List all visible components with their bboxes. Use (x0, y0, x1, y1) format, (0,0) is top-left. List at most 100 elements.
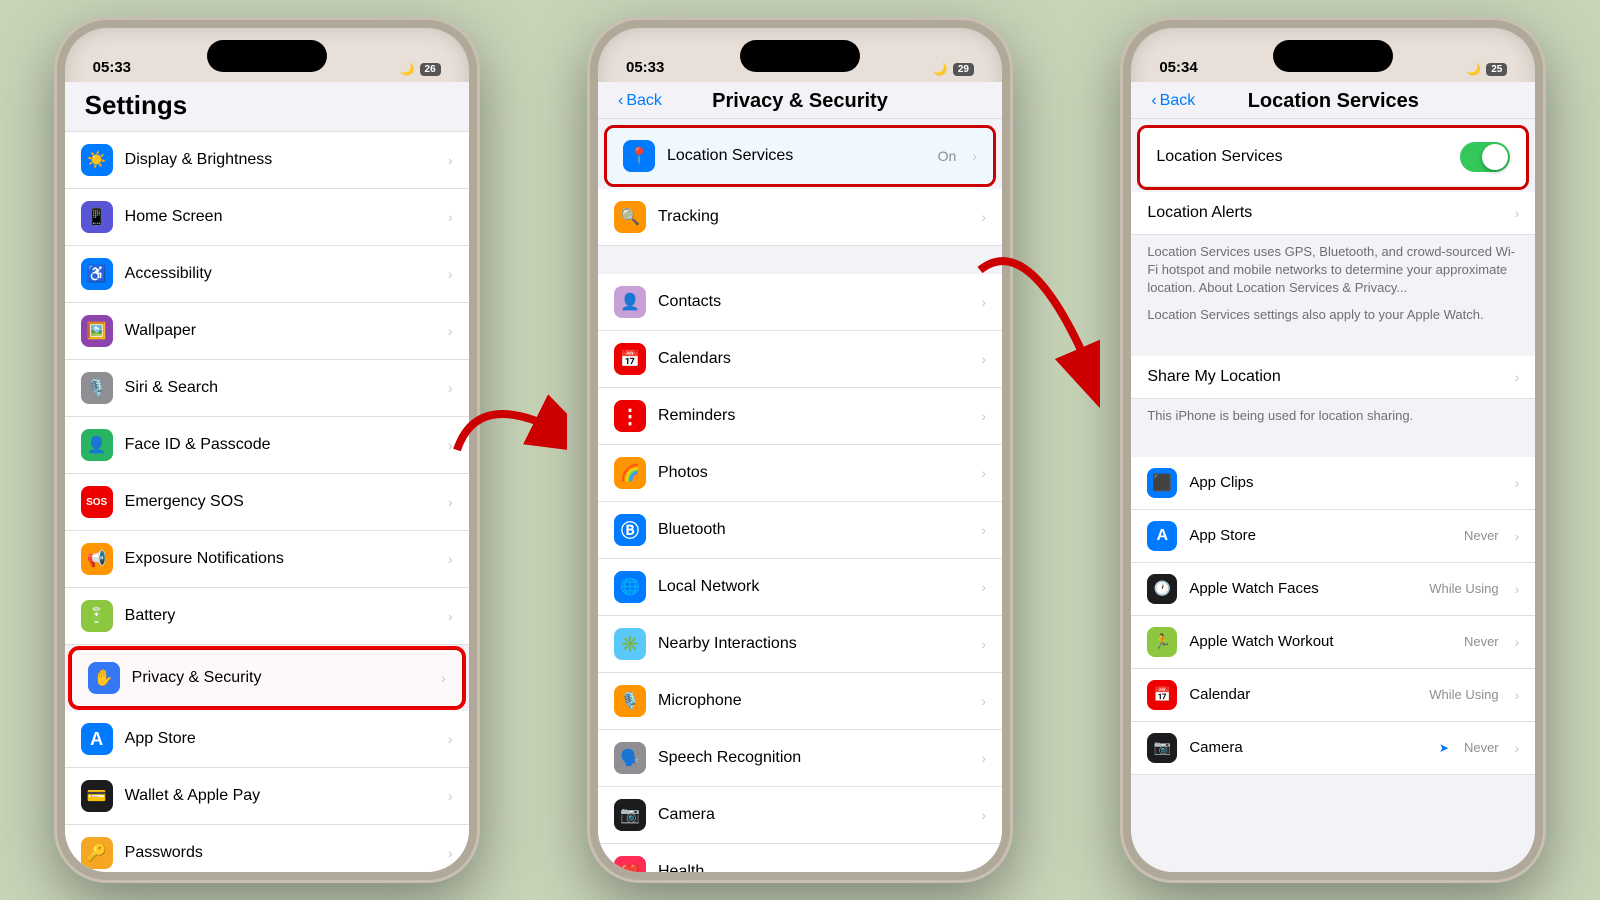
location-value: On (938, 148, 957, 164)
speech-label: Speech Recognition (658, 749, 969, 767)
battery-badge-2: 29 (953, 63, 974, 76)
app-item-watchfaces[interactable]: 🕐 Apple Watch Faces While Using › (1131, 563, 1535, 616)
localnetwork-icon: 🌐 (614, 571, 646, 603)
settings-item-exposure[interactable]: 📢 Exposure Notifications › (65, 531, 469, 588)
settings-item-microphone[interactable]: 🎙️ Microphone › (598, 673, 1002, 730)
settings-item-wallpaper[interactable]: 🖼️ Wallpaper › (65, 303, 469, 360)
camera2-icon: 📷 (614, 799, 646, 831)
settings-item-photos[interactable]: 🌈 Photos › (598, 445, 1002, 502)
privacy-chevron: › (441, 670, 446, 686)
appstore3-perm: Never (1464, 528, 1499, 543)
status-time-1: 05:33 (93, 59, 131, 76)
appstore-label: App Store (125, 730, 436, 748)
settings-item-bluetooth[interactable]: Ⓑ Bluetooth › (598, 502, 1002, 559)
appstore-icon: A (81, 723, 113, 755)
battery-badge-1: 26 (420, 63, 441, 76)
settings-item-accessibility[interactable]: ♿ Accessibility › (65, 246, 469, 303)
settings-item-passwords[interactable]: 🔑 Passwords › (65, 825, 469, 872)
location-desc1: Location Services uses GPS, Bluetooth, a… (1131, 235, 1535, 302)
status-time-2: 05:33 (626, 59, 664, 76)
nav-bar-2: ‹ Back Privacy & Security (598, 82, 1002, 119)
calendar3-icon: 📅 (1147, 680, 1177, 710)
phones-container: 05:33 🌙 26 Settings ☀️ Display & Brightn… (0, 20, 1600, 880)
settings-item-siri[interactable]: 🎙️ Siri & Search › (65, 360, 469, 417)
settings-item-calendars[interactable]: 📅 Calendars › (598, 331, 1002, 388)
microphone-label: Microphone (658, 692, 969, 710)
speech-icon: 🗣️ (614, 742, 646, 774)
settings-item-location-alerts[interactable]: Location Alerts › (1131, 192, 1535, 235)
app-item-appstore[interactable]: A App Store Never › (1131, 510, 1535, 563)
settings-item-speech[interactable]: 🗣️ Speech Recognition › (598, 730, 1002, 787)
microphone-chevron: › (981, 693, 986, 709)
settings-item-health[interactable]: ❤️ Health › (598, 844, 1002, 872)
bluetooth-chevron: › (981, 522, 986, 538)
phone3: 05:34 🌙 25 ‹ Back Location Services (1123, 20, 1543, 880)
settings-list-3: Location Services Location Alerts › Loca… (1131, 119, 1535, 872)
faceid-icon: 👤 (81, 429, 113, 461)
location-toggle[interactable] (1460, 142, 1510, 172)
homescreen-label: Home Screen (125, 208, 436, 226)
settings-list-2: 📍 Location Services On › 🔍 Tracking › (598, 119, 1002, 872)
photos-icon: 🌈 (614, 457, 646, 489)
camera3-icon: 📷 (1147, 733, 1177, 763)
accessibility-icon: ♿ (81, 258, 113, 290)
dynamic-island-3 (1273, 40, 1393, 72)
wallpaper-chevron: › (448, 323, 453, 339)
settings-item-localnetwork[interactable]: 🌐 Local Network › (598, 559, 1002, 616)
settings-item-contacts[interactable]: 👤 Contacts › (598, 274, 1002, 331)
nav-title-3: Location Services (1151, 90, 1515, 113)
app-item-watchworkout[interactable]: 🏃 Apple Watch Workout Never › (1131, 616, 1535, 669)
reminders-label: Reminders (658, 407, 969, 425)
settings-item-emergency[interactable]: SOS Emergency SOS › (65, 474, 469, 531)
settings-item-wallet[interactable]: 💳 Wallet & Apple Pay › (65, 768, 469, 825)
screen-2: ‹ Back Privacy & Security 📍 Location Ser… (598, 82, 1002, 872)
siri-icon: 🎙️ (81, 372, 113, 404)
settings-item-homescreen[interactable]: 📱 Home Screen › (65, 189, 469, 246)
settings-item-battery[interactable]: 🔋 Battery › (65, 588, 469, 645)
display-chevron: › (448, 152, 453, 168)
passwords-chevron: › (448, 845, 453, 861)
settings-item-appstore[interactable]: A App Store › (65, 711, 469, 768)
nearby-icon: ✳️ (614, 628, 646, 660)
settings-item-share-location[interactable]: Share My Location › (1131, 356, 1535, 399)
settings-list-1: ☀️ Display & Brightness › 📱 Home Screen … (65, 131, 469, 872)
appclips-chevron: › (1515, 475, 1520, 491)
appstore3-name: App Store (1189, 527, 1452, 544)
section-gap-4 (1131, 429, 1535, 457)
microphone-icon: 🎙️ (614, 685, 646, 717)
contacts-icon: 👤 (614, 286, 646, 318)
status-right-3: 🌙 25 (1466, 62, 1507, 76)
page-title-1: Settings (85, 90, 449, 121)
app-item-calendar[interactable]: 📅 Calendar While Using › (1131, 669, 1535, 722)
settings-item-display[interactable]: ☀️ Display & Brightness › (65, 131, 469, 189)
settings-item-privacy[interactable]: ✋ Privacy & Security › (69, 647, 465, 709)
nav-bar-3: ‹ Back Location Services (1131, 82, 1535, 119)
wallet-chevron: › (448, 788, 453, 804)
settings-item-faceid[interactable]: 👤 Face ID & Passcode › (65, 417, 469, 474)
health-label: Health (658, 863, 969, 872)
contacts-chevron: › (981, 294, 986, 310)
speech-chevron: › (981, 750, 986, 766)
settings-item-camera[interactable]: 📷 Camera › (598, 787, 1002, 844)
reminders-chevron: › (981, 408, 986, 424)
battery-icon: 🔋 (81, 600, 113, 632)
settings-item-nearby[interactable]: ✳️ Nearby Interactions › (598, 616, 1002, 673)
settings-item-reminders[interactable]: ⋮ Reminders › (598, 388, 1002, 445)
app-item-camera3[interactable]: 📷 Camera ➤ Never › (1131, 722, 1535, 775)
share-location-label: Share My Location (1147, 368, 1502, 386)
location-toggle-label: Location Services (1156, 148, 1282, 166)
wallet-label: Wallet & Apple Pay (125, 787, 436, 805)
emergency-icon: SOS (81, 486, 113, 518)
settings-item-location[interactable]: 📍 Location Services On › (607, 128, 993, 184)
battery-label: Battery (125, 607, 436, 625)
bluetooth-icon: Ⓑ (614, 514, 646, 546)
calendar3-chevron: › (1515, 687, 1520, 703)
settings-item-tracking[interactable]: 🔍 Tracking › (598, 189, 1002, 246)
location-toggle-highlight: Location Services (1137, 125, 1529, 190)
screen-3: ‹ Back Location Services Location Servic… (1131, 82, 1535, 872)
location-chevron: › (972, 148, 977, 164)
status-right-1: 🌙 26 (400, 62, 441, 76)
health-icon: ❤️ (614, 856, 646, 872)
app-item-appclips[interactable]: ⬛ App Clips › (1131, 457, 1535, 510)
passwords-label: Passwords (125, 844, 436, 862)
